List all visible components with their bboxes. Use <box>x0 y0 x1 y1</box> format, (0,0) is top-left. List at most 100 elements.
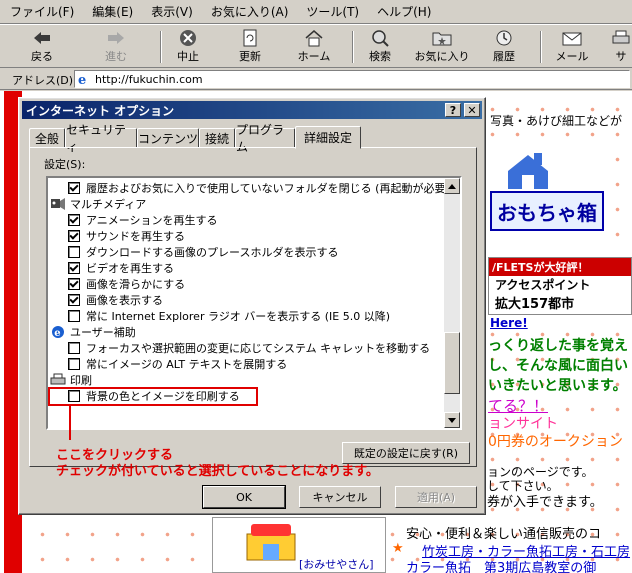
printer-icon <box>50 373 66 387</box>
list-item[interactable]: ビデオを再生する <box>68 260 174 276</box>
tab-security[interactable]: セキュリティ <box>65 123 137 154</box>
address-input[interactable]: e http://fukuchin.com <box>74 70 630 88</box>
tab-programs[interactable]: プログラム <box>235 123 295 154</box>
omise-label: [おみせやさん] <box>299 558 374 571</box>
print-label: サ <box>615 50 627 63</box>
refresh-label: 更新 <box>239 50 261 63</box>
checkbox[interactable] <box>68 262 80 274</box>
close-icon[interactable]: ✕ <box>464 103 480 117</box>
flets-banner[interactable]: /FLETSが大好評！ アクセスポイント 拡大157都市 <box>488 257 632 315</box>
home-button[interactable]: ホーム <box>292 28 336 66</box>
svg-text:e: e <box>54 328 60 339</box>
cancel-button[interactable]: キャンセル <box>299 486 381 508</box>
toolbar-separator <box>352 31 354 63</box>
apply-button[interactable]: 適用(A) <box>395 486 477 508</box>
mail-button[interactable]: メール <box>550 28 594 66</box>
list-item[interactable]: 画像を滑らかにする <box>68 276 185 292</box>
checkbox[interactable] <box>68 246 80 258</box>
list-item[interactable]: 画像を表示する <box>68 292 163 308</box>
forward-arrow-icon <box>105 28 127 48</box>
menu-tools[interactable]: ツール(T) <box>306 3 359 20</box>
toolbar: 戻る 進む 中止 更新 ホーム 検索 お気に入り 履歴 メール サ <box>0 24 632 68</box>
list-item[interactable]: サウンドを再生する <box>68 228 185 244</box>
checkbox[interactable] <box>68 182 80 194</box>
house-icon <box>508 153 548 189</box>
address-label: アドレス(D) <box>12 74 74 87</box>
dialog-titlebar: インターネット オプション ? ✕ <box>22 101 482 119</box>
list-category-label: ユーザー補助 <box>70 326 136 339</box>
search-button[interactable]: 検索 <box>360 28 400 66</box>
search-icon <box>369 28 391 48</box>
menu-bar: ファイル(F) 編集(E) 表示(V) お気に入り(A) ツール(T) ヘルプ(… <box>0 0 632 24</box>
flets-headline: /FLETSが大好評！ <box>489 258 631 276</box>
back-button[interactable]: 戻る <box>22 28 62 66</box>
list-category: e ユーザー補助 <box>50 324 136 340</box>
stop-button[interactable]: 中止 <box>168 28 208 66</box>
list-item-label: 履歴およびお気に入りで使用していないフォルダを閉じる (再起動が必要) <box>86 182 450 195</box>
forward-button[interactable]: 進む <box>96 28 136 66</box>
settings-label: 設定(S): <box>44 158 86 171</box>
page-pink-text-2: ョンサイト <box>488 416 558 432</box>
menu-file[interactable]: ファイル(F) <box>10 3 74 20</box>
list-item[interactable]: アニメーションを再生する <box>68 212 218 228</box>
list-item[interactable]: ダウンロードする画像のプレースホルダを表示する <box>68 244 338 260</box>
home-icon <box>303 28 325 48</box>
checkbox[interactable] <box>68 214 80 226</box>
favorites-folder-icon <box>431 28 453 48</box>
toolbar-separator <box>540 31 542 63</box>
settings-scrollbar[interactable] <box>444 178 460 428</box>
checkbox[interactable] <box>68 294 80 306</box>
omocha-label[interactable]: おもちゃ箱 <box>490 191 604 231</box>
printer-icon <box>610 28 632 48</box>
accessibility-icon: e <box>50 325 66 339</box>
svg-text:e: e <box>78 73 86 86</box>
checkbox[interactable] <box>68 278 80 290</box>
favorites-label: お気に入り <box>414 50 470 63</box>
page-green-text-1: っくり返した事を覚え <box>488 338 628 354</box>
home-label: ホーム <box>297 50 331 63</box>
print-background-checkbox[interactable] <box>68 390 80 402</box>
tab-connections[interactable]: 接続 <box>199 128 235 148</box>
checkbox[interactable] <box>68 358 80 370</box>
stop-icon <box>177 28 199 48</box>
here-link[interactable]: Here! <box>490 316 528 330</box>
print-background-item[interactable]: 背景の色とイメージを印刷する <box>68 388 240 404</box>
menu-edit[interactable]: 編集(E) <box>92 3 133 20</box>
ok-button[interactable]: OK <box>202 485 286 509</box>
tab-advanced[interactable]: 詳細設定 <box>295 126 361 149</box>
list-item-label: ビデオを再生する <box>86 262 174 275</box>
omise-banner[interactable]: [おみせやさん] <box>212 517 386 573</box>
history-button[interactable]: 履歴 <box>484 28 524 66</box>
settings-list[interactable]: 履歴およびお気に入りで使用していないフォルダを閉じる (再起動が必要) マルチメ… <box>46 176 462 430</box>
tab-content[interactable]: コンテンツ <box>137 128 199 148</box>
list-item[interactable]: 常に Internet Explorer ラジオ バーを表示する (IE 5.0… <box>68 308 390 324</box>
tab-general[interactable]: 全般 <box>29 128 65 148</box>
scroll-thumb[interactable] <box>444 332 460 394</box>
chevron-down-icon <box>448 417 456 423</box>
checkbox[interactable] <box>68 342 80 354</box>
back-arrow-icon <box>31 28 53 48</box>
menu-favorites[interactable]: お気に入り(A) <box>211 3 289 20</box>
menu-help[interactable]: ヘルプ(H) <box>377 3 431 20</box>
chevron-up-icon <box>448 183 456 189</box>
list-item-label: 常に Internet Explorer ラジオ バーを表示する (IE 5.0… <box>86 310 391 323</box>
help-icon[interactable]: ? <box>445 103 461 117</box>
refresh-button[interactable]: 更新 <box>230 28 270 66</box>
dialog-title: インターネット オプション <box>26 103 175 118</box>
list-item[interactable]: フォーカスや選択範囲の変更に応じてシステム キャレットを移動する <box>68 340 430 356</box>
list-item[interactable]: 常にイメージの ALT テキストを展開する <box>68 356 287 372</box>
checkbox[interactable] <box>68 230 80 242</box>
scroll-up-button[interactable] <box>444 178 460 194</box>
list-category-label: 印刷 <box>70 374 92 387</box>
checkbox[interactable] <box>68 310 80 322</box>
list-item-label: 背景の色とイメージを印刷する <box>86 390 240 403</box>
list-item-label: アニメーションを再生する <box>86 214 218 227</box>
list-item[interactable]: 履歴およびお気に入りで使用していないフォルダを閉じる (再起動が必要) <box>68 180 450 196</box>
print-button[interactable]: サ <box>610 28 632 66</box>
scroll-down-button[interactable] <box>444 412 460 428</box>
page-top-text: 写真・あけび細工などが <box>490 114 623 128</box>
menu-view[interactable]: 表示(V) <box>151 3 193 20</box>
favorites-button[interactable]: お気に入り <box>412 28 472 66</box>
page-green-text-2: し、そんな風に面白い <box>488 358 628 374</box>
page-bottom-link-2[interactable]: カラー魚拓 第3期広島教室の御 <box>406 557 596 573</box>
